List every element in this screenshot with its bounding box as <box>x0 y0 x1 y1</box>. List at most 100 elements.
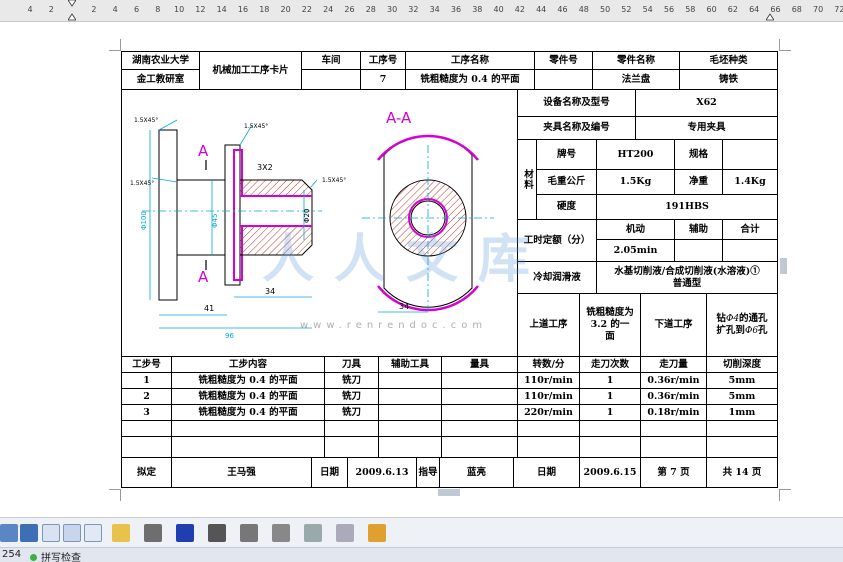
step-no: 3 <box>122 405 172 421</box>
total-time-label: 合计 <box>723 220 777 240</box>
ruler-tick-label: 2 <box>48 5 54 14</box>
dimension-total: 96 <box>225 332 234 340</box>
select-multiple-icon[interactable] <box>368 524 386 542</box>
spell-check-status[interactable]: 拼写检查 <box>30 549 81 562</box>
advisor-value: 蓝亮 <box>440 458 514 488</box>
dimension-phi45: Φ45 <box>211 214 219 228</box>
step-depth: 5mm <box>707 373 777 389</box>
page-scroll-marker-right[interactable] <box>780 258 787 274</box>
ruler-tick-label: 58 <box>685 5 696 14</box>
ruler-tick-label: 18 <box>259 5 270 14</box>
gross-weight-value: 1.5Kg <box>597 170 675 195</box>
ruler-tick-label: 62 <box>727 5 738 14</box>
col-speed: 转数/分 <box>518 357 580 373</box>
arrow-style-icon[interactable] <box>272 524 290 542</box>
ruler-tick-label: 12 <box>195 5 206 14</box>
insert-picture-icon[interactable] <box>84 524 102 542</box>
flange-drawing-svg: 1.5X45° 1.5X45° 1.5X45° 1.5X45° 3X2 41 3… <box>130 109 494 340</box>
clipart-icon[interactable] <box>63 524 81 542</box>
gross-weight-label: 毛重公斤 <box>537 170 597 195</box>
total-time-value <box>723 240 777 262</box>
step-gauge <box>442 405 518 421</box>
next-process-phi6: Φ6 <box>744 326 759 336</box>
aux-time-value <box>675 240 723 262</box>
col-aux-tool: 辅助工具 <box>379 357 442 373</box>
next-process-text-3: 孔 <box>758 325 768 336</box>
horizontal-ruler[interactable]: 4 2 2 4 6 8 10 12 14 16 18 20 22 24 26 28 30 32 34 36 38 40 42… <box>0 0 843 22</box>
select-objects-icon[interactable] <box>0 524 18 542</box>
line-color-icon[interactable] <box>144 524 162 542</box>
step-feed: 0.36r/min <box>641 389 707 405</box>
dimension-phi20: Φ20 <box>303 209 311 223</box>
net-weight-label: 净重 <box>675 170 723 195</box>
previous-process-label: 上道工序 <box>518 294 580 357</box>
step-aux-tool <box>379 389 442 405</box>
date2-value: 2009.6.15 <box>580 458 641 488</box>
fill-color-icon[interactable] <box>112 524 130 542</box>
grade-label: 牌号 <box>537 140 597 170</box>
aux-time-label: 辅助 <box>675 220 723 240</box>
process-no-value: 7 <box>361 70 406 90</box>
col-tool: 刀具 <box>325 357 379 373</box>
right-indent-marker[interactable] <box>765 0 775 21</box>
grade-value: HT200 <box>597 140 675 170</box>
next-process-value: 钻Φ4的通孔扩孔到Φ6孔 <box>707 294 777 357</box>
shadow-style-icon[interactable] <box>304 524 322 542</box>
machine-time-value: 2.05min <box>597 240 675 262</box>
wordart-icon[interactable] <box>20 524 38 542</box>
chamfer-label-4: 1.5X45° <box>322 177 346 184</box>
ruler-tick-label: 70 <box>813 5 824 14</box>
spec-value <box>723 140 777 170</box>
ruler-tick-label: 8 <box>155 5 161 14</box>
step-content: 铣粗糙度为 0.4 的平面 <box>172 389 325 405</box>
chamfer-label-2: 1.5X45° <box>244 123 268 130</box>
step-aux-tool <box>379 373 442 389</box>
part-drawing: 1.5X45° 1.5X45° 1.5X45° 1.5X45° 3X2 41 3… <box>122 90 518 357</box>
ruler-tick-label: 72 <box>834 5 843 14</box>
step-feed: 0.18r/min <box>641 405 707 421</box>
font-color-icon[interactable] <box>176 524 194 542</box>
next-process-phi4: Φ4 <box>725 313 740 324</box>
col-gauge: 量具 <box>442 357 518 373</box>
line-style-icon[interactable] <box>208 524 226 542</box>
col-passes: 走刀次数 <box>580 357 641 373</box>
part-no-label: 零件号 <box>535 52 593 70</box>
next-process-label: 下道工序 <box>641 294 707 357</box>
ruler-tick-label: 44 <box>536 5 547 14</box>
process-no-label: 工序号 <box>361 52 406 70</box>
section-mark-a-top: A <box>198 142 209 160</box>
page-number: 第 7 页 <box>641 458 707 488</box>
advisor-label: 指导 <box>417 458 440 488</box>
page-scroll-marker-bottom[interactable] <box>438 489 460 496</box>
dash-style-icon[interactable] <box>240 524 258 542</box>
step-passes: 1 <box>580 373 641 389</box>
step-speed: 220r/min <box>518 405 580 421</box>
date2-label: 日期 <box>514 458 580 488</box>
col-depth: 切削深度 <box>707 357 777 373</box>
step-feed: 0.36r/min <box>641 373 707 389</box>
ruler-tick-label: 4 <box>112 5 118 14</box>
step-tool: 铣刀 <box>325 405 379 421</box>
step-gauge <box>442 373 518 389</box>
diagram-icon[interactable] <box>42 524 60 542</box>
ruler-tick-label: 36 <box>450 5 462 14</box>
crop-mark-br <box>779 489 791 501</box>
col-feed: 走刀量 <box>641 357 707 373</box>
ruler-tick-label: 28 <box>365 5 376 14</box>
section-title: A-A <box>386 109 412 127</box>
coolant-value: 水基切削液/合成切削液(水溶液)①普通型 <box>597 262 777 294</box>
ruler-tick-label: 24 <box>323 5 334 14</box>
blank-type-value: 铸铁 <box>680 70 777 90</box>
process-name-label: 工序名称 <box>406 52 535 70</box>
step-no: 2 <box>122 389 172 405</box>
step-passes: 1 <box>580 389 641 405</box>
left-indent-marker[interactable] <box>67 0 77 21</box>
3d-style-icon[interactable] <box>336 524 354 542</box>
step-speed: 110r/min <box>518 389 580 405</box>
groove-dimension: 3X2 <box>257 163 273 172</box>
ruler-tick-label: 20 <box>280 5 291 14</box>
coolant-label: 冷却润滑液 <box>518 262 597 294</box>
status-page-count: 254 <box>2 549 22 560</box>
crop-mark-tr <box>779 39 791 51</box>
dimension-41: 41 <box>204 304 214 313</box>
